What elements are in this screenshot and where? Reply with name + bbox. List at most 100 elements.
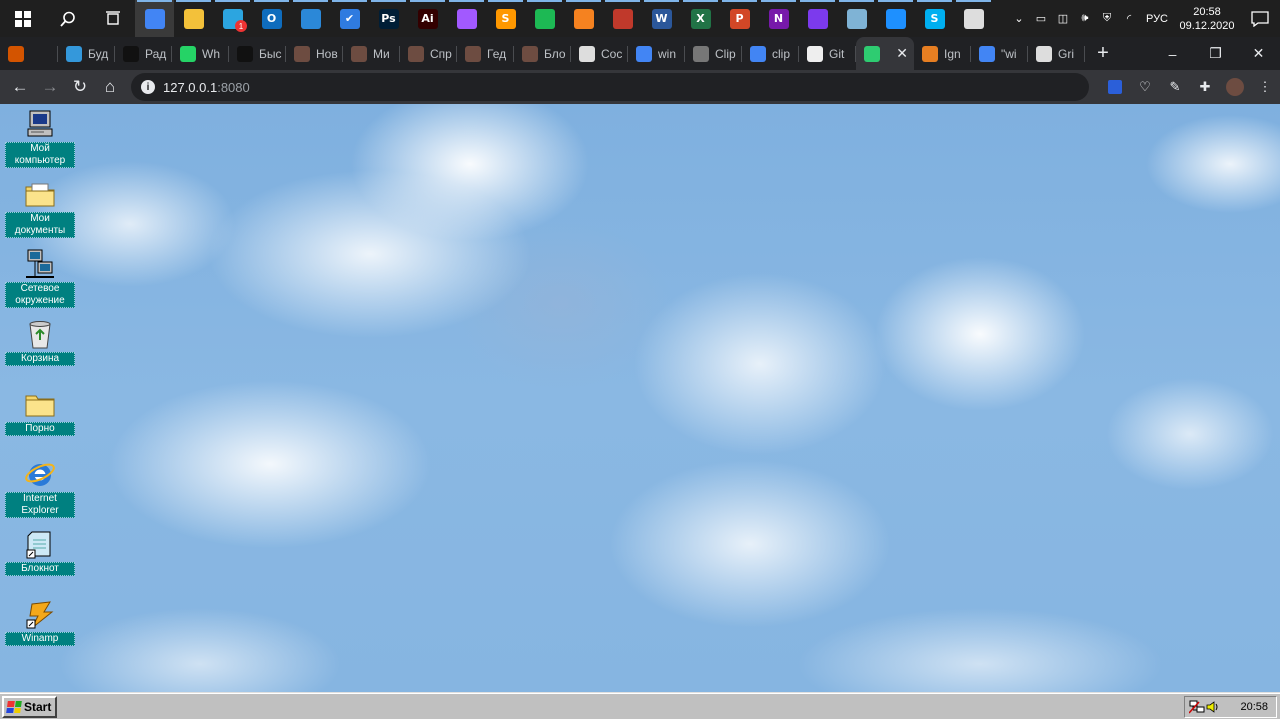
menu-kebab-icon[interactable]: ⋮ xyxy=(1250,70,1280,104)
taskbar-app-fl-studio[interactable] xyxy=(564,0,603,37)
browser-tab[interactable]: win xyxy=(628,37,685,70)
desktop-icon[interactable]: Блокнот xyxy=(4,528,76,576)
browser-tab[interactable]: clip xyxy=(742,37,799,70)
browser-tab[interactable]: ✕ xyxy=(856,37,914,70)
close-icon[interactable]: ✕ xyxy=(1237,37,1280,70)
browser-tab[interactable]: Нов xyxy=(286,37,343,70)
browser-tab[interactable] xyxy=(0,37,58,70)
profile-avatar[interactable] xyxy=(1220,70,1250,104)
powerpoint-icon: P xyxy=(729,8,750,29)
taskbar-app-spotify[interactable] xyxy=(525,0,564,37)
browser-tab[interactable]: Быс xyxy=(229,37,286,70)
browser-tab[interactable]: "wi xyxy=(971,37,1028,70)
taskbar-app-excel[interactable]: X xyxy=(681,0,720,37)
desktop-icon-label: Порно xyxy=(5,422,75,436)
desktop-icon-label: Корзина xyxy=(5,352,75,366)
home-icon[interactable]: ⌂ xyxy=(95,72,125,102)
extension-feather-icon[interactable]: ✎ xyxy=(1160,70,1190,104)
language-indicator[interactable]: РУС xyxy=(1140,13,1174,25)
desktop-icon[interactable]: Корзина xyxy=(4,318,76,366)
browser-tab[interactable]: Ign xyxy=(914,37,971,70)
taskbar-app-outlook[interactable]: O xyxy=(252,0,291,37)
taskbar-app-window-app[interactable] xyxy=(954,0,993,37)
taskbar-app-chrome[interactable] xyxy=(135,0,174,37)
taskbar-app-powerpoint[interactable]: P xyxy=(720,0,759,37)
win98-clock[interactable]: 20:58 xyxy=(1240,701,1268,713)
desktop-icon[interactable]: Мой компьютер xyxy=(4,108,76,168)
minimize-icon[interactable]: – xyxy=(1151,37,1194,70)
tab-title: Gri xyxy=(1058,46,1074,61)
desktop-icon[interactable]: Сетевое окружение xyxy=(4,248,76,308)
taskbar-app-telegram[interactable]: 1 xyxy=(213,0,252,37)
taskbar-app-word[interactable]: W xyxy=(642,0,681,37)
tab-favicon-icon xyxy=(294,45,310,62)
browser-tab[interactable]: Спр xyxy=(400,37,457,70)
chevron-up-icon[interactable]: ⌄ xyxy=(1008,0,1030,37)
tab-favicon-icon xyxy=(636,45,652,62)
tab-title: Ign xyxy=(944,46,961,61)
taskbar-app-file-explorer[interactable] xyxy=(174,0,213,37)
system-clock[interactable]: 20:58 09.12.2020 xyxy=(1174,5,1240,33)
browser-tab[interactable]: Рад xyxy=(115,37,172,70)
new-tab-button[interactable]: + xyxy=(1089,37,1117,70)
reload-icon[interactable]: ↻ xyxy=(65,72,95,102)
desktop-icon-label: Winamp xyxy=(5,632,75,646)
taskbar-app-illustrator[interactable]: Ai xyxy=(408,0,447,37)
browser-tab[interactable]: Бло xyxy=(514,37,571,70)
browser-tab[interactable]: Clip xyxy=(685,37,742,70)
browser-tab[interactable]: Wh xyxy=(172,37,229,70)
network-tray-icon[interactable] xyxy=(1189,699,1205,715)
volume-tray-icon[interactable] xyxy=(1205,699,1221,715)
extensions-puzzle-icon[interactable]: ✚ xyxy=(1190,70,1220,104)
search-icon[interactable] xyxy=(45,0,90,37)
browser-tab[interactable]: Git xyxy=(799,37,856,70)
desktop-icon[interactable]: Порно xyxy=(4,388,76,436)
extension-shield-icon[interactable] xyxy=(1100,70,1130,104)
taskbar-app-calendar[interactable] xyxy=(291,0,330,37)
tab-close-icon[interactable]: ✕ xyxy=(896,45,908,62)
network-icon xyxy=(24,248,56,280)
restore-icon[interactable]: ❐ xyxy=(1194,37,1237,70)
outlook-icon: O xyxy=(261,8,282,29)
info-icon[interactable]: i xyxy=(141,80,155,94)
desktop-icon[interactable]: Мои документы xyxy=(4,178,76,238)
taskbar-app-phone[interactable] xyxy=(876,0,915,37)
win98-tray: 20:58 xyxy=(1184,696,1277,718)
start-button[interactable]: Start xyxy=(2,696,57,718)
taskbar-app-todo[interactable]: ✔ xyxy=(330,0,369,37)
browser-tab[interactable]: Ми xyxy=(343,37,400,70)
notifications-icon[interactable] xyxy=(1240,0,1280,37)
battery-icon[interactable]: ▭ xyxy=(1030,0,1052,37)
browser-tab[interactable]: Буд xyxy=(58,37,115,70)
taskbar-app-snipping[interactable] xyxy=(603,0,642,37)
calendar-icon xyxy=(300,8,321,29)
back-icon[interactable]: ← xyxy=(5,72,35,102)
tab-title: clip xyxy=(772,46,791,61)
shield-icon[interactable]: ⛨ xyxy=(1096,0,1118,37)
taskbar-app-virtualbox[interactable] xyxy=(837,0,876,37)
taskbar-app-sublime[interactable]: S xyxy=(486,0,525,37)
volume-icon[interactable]: 🕪 xyxy=(1074,0,1096,37)
task-view-icon[interactable] xyxy=(90,0,135,37)
tab-favicon-icon xyxy=(750,45,766,62)
taskbar-app-photoshop[interactable]: Ps xyxy=(369,0,408,37)
desktop-icon[interactable]: Winamp xyxy=(4,598,76,646)
pocket-icon[interactable]: ♡ xyxy=(1130,70,1160,104)
tab-favicon-icon xyxy=(979,45,995,62)
figma-icon xyxy=(456,8,477,29)
taskbar-app-skype[interactable]: S xyxy=(915,0,954,37)
browser-tab[interactable]: Gri xyxy=(1028,37,1085,70)
browser-tab[interactable]: Coc xyxy=(571,37,628,70)
tab-favicon-icon xyxy=(1036,45,1052,62)
forward-icon[interactable]: → xyxy=(35,72,65,102)
browser-tab[interactable]: Гед xyxy=(457,37,514,70)
taskbar-app-figma[interactable] xyxy=(447,0,486,37)
taskbar-app-onenote[interactable]: N xyxy=(759,0,798,37)
tab-favicon-icon xyxy=(180,45,196,62)
wifi-icon[interactable]: ◜ xyxy=(1118,0,1140,37)
desktop-icon[interactable]: Internet Explorer xyxy=(4,458,76,518)
windows-start-icon[interactable] xyxy=(0,0,45,37)
address-bar[interactable]: i 127.0.0.1:8080 xyxy=(131,73,1089,101)
taskbar-app-obsidian[interactable] xyxy=(798,0,837,37)
display-icon[interactable]: ◫ xyxy=(1052,0,1074,37)
